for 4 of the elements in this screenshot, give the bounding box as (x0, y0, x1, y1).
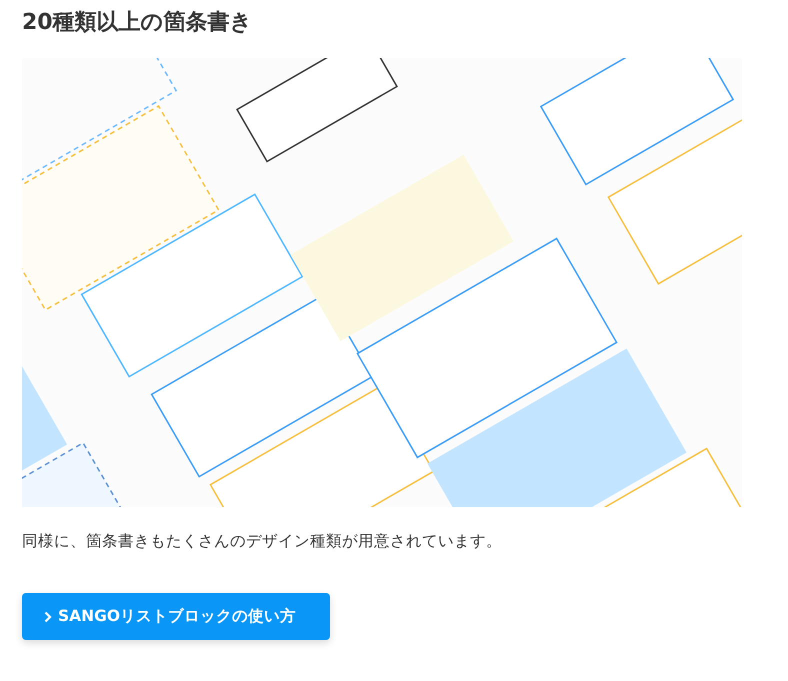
section-heading: 20種類以上の箇条書き (22, 9, 253, 37)
body-text: 同様に、箇条書きもたくさんのデザイン種類が用意されています。 (22, 531, 502, 552)
guide-link-button[interactable]: SANGOリストブロックの使い方 (22, 593, 330, 640)
chevron-right-icon (44, 610, 52, 622)
